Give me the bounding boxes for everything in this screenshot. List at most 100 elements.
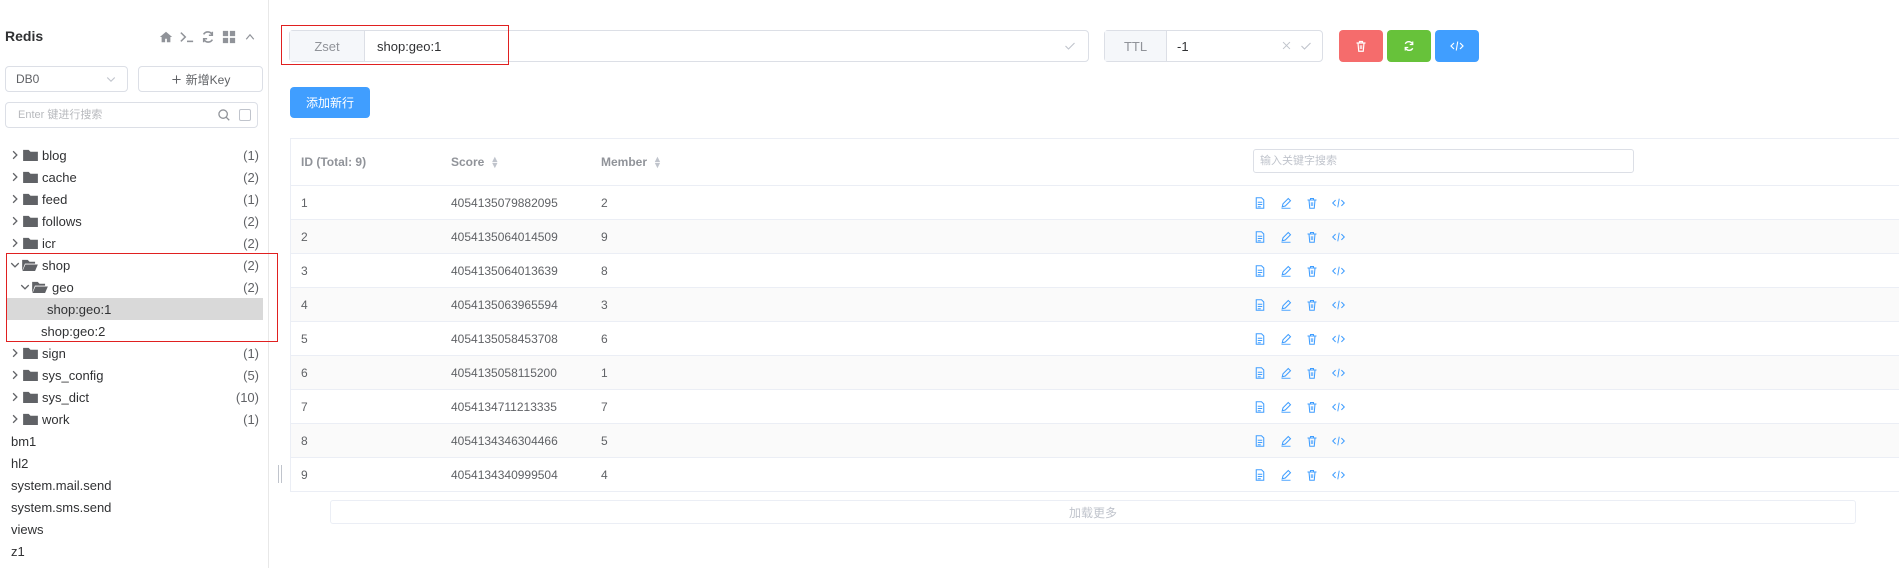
tree-key-views[interactable]: views: [0, 518, 263, 540]
tree-node-shop[interactable]: shop (2): [0, 254, 263, 276]
sort-icon[interactable]: ▲ ▼: [653, 155, 662, 170]
folder-icon: [22, 413, 38, 425]
chevron-right-icon[interactable]: [8, 414, 22, 424]
code-icon[interactable]: [1331, 366, 1345, 380]
tree-key-z1[interactable]: z1: [0, 540, 263, 562]
code-icon[interactable]: [1331, 298, 1345, 312]
tree-node-work[interactable]: work (1): [0, 408, 263, 430]
table-row: 9 4054134340999504 4: [291, 458, 1899, 492]
chevron-right-icon[interactable]: [8, 348, 22, 358]
edit-icon[interactable]: [1279, 298, 1293, 312]
tree-node-blog[interactable]: blog (1): [0, 144, 263, 166]
check-icon[interactable]: [1064, 40, 1076, 52]
tree-node-cache[interactable]: cache (2): [0, 166, 263, 188]
delete-icon[interactable]: [1305, 230, 1319, 244]
view-icon[interactable]: [1253, 366, 1267, 380]
view-icon[interactable]: [1253, 264, 1267, 278]
new-key-button[interactable]: 新增Key: [138, 66, 263, 92]
delete-icon[interactable]: [1305, 366, 1319, 380]
delete-icon[interactable]: [1305, 264, 1319, 278]
add-row-button[interactable]: 添加新行: [290, 87, 370, 118]
home-icon[interactable]: [158, 29, 174, 45]
tree-node-icr[interactable]: icr (2): [0, 232, 263, 254]
load-more-button[interactable]: 加载更多: [330, 500, 1856, 524]
tree-node-sys-config[interactable]: sys_config (5): [0, 364, 263, 386]
chevron-right-icon[interactable]: [8, 172, 22, 182]
chevron-right-icon[interactable]: [8, 150, 22, 160]
view-icon[interactable]: [1253, 196, 1267, 210]
cell-score: 4054135064014509: [451, 229, 558, 244]
resize-splitter[interactable]: [278, 465, 282, 483]
tree-key-system-mail-send[interactable]: system.mail.send: [0, 474, 263, 496]
edit-icon[interactable]: [1279, 434, 1293, 448]
chevron-right-icon[interactable]: [8, 392, 22, 402]
view-icon[interactable]: [1253, 468, 1267, 482]
delete-icon[interactable]: [1305, 298, 1319, 312]
delete-key-button[interactable]: [1339, 30, 1383, 62]
code-icon[interactable]: [1331, 468, 1345, 482]
tree-key-shop-geo-2[interactable]: shop:geo:2: [0, 320, 263, 342]
edit-icon[interactable]: [1279, 230, 1293, 244]
code-icon[interactable]: [1331, 230, 1345, 244]
tree-node-geo[interactable]: geo (2): [0, 276, 263, 298]
edit-icon[interactable]: [1279, 196, 1293, 210]
key-search-input[interactable]: [16, 108, 217, 122]
tree-key-hl2[interactable]: hl2: [0, 452, 263, 474]
dump-command-button[interactable]: [1435, 30, 1479, 62]
chevron-right-icon[interactable]: [8, 194, 22, 204]
code-icon[interactable]: [1331, 400, 1345, 414]
ttl-input[interactable]: -1: [1167, 31, 1322, 61]
refresh-icon[interactable]: [200, 29, 216, 45]
edit-icon[interactable]: [1279, 400, 1293, 414]
edit-icon[interactable]: [1279, 468, 1293, 482]
check-icon[interactable]: [1300, 40, 1312, 52]
db-select[interactable]: DB0: [5, 66, 128, 92]
code-icon[interactable]: [1331, 264, 1345, 278]
sort-icon[interactable]: ▲ ▼: [490, 155, 499, 170]
chevron-right-icon[interactable]: [8, 216, 22, 226]
delete-icon[interactable]: [1305, 434, 1319, 448]
tree-key-bm1[interactable]: bm1: [0, 430, 263, 452]
chevron-right-icon[interactable]: [8, 238, 22, 248]
row-filter-input[interactable]: [1253, 149, 1634, 173]
chevron-right-icon[interactable]: [8, 370, 22, 380]
chevron-down-icon[interactable]: [8, 260, 22, 270]
exact-match-checkbox[interactable]: [239, 109, 251, 121]
tree-node-label: cache: [42, 169, 77, 185]
delete-icon[interactable]: [1305, 400, 1319, 414]
view-icon[interactable]: [1253, 400, 1267, 414]
view-icon[interactable]: [1253, 230, 1267, 244]
chevron-down-icon[interactable]: [18, 282, 32, 292]
search-icon[interactable]: [217, 108, 231, 122]
grid-icon[interactable]: [221, 29, 237, 45]
code-icon[interactable]: [1331, 196, 1345, 210]
edit-icon[interactable]: [1279, 332, 1293, 346]
delete-icon[interactable]: [1305, 468, 1319, 482]
delete-icon[interactable]: [1305, 196, 1319, 210]
view-icon[interactable]: [1253, 298, 1267, 312]
key-name-input[interactable]: shop:geo:1: [365, 31, 1088, 61]
edit-icon[interactable]: [1279, 366, 1293, 380]
code-icon[interactable]: [1331, 332, 1345, 346]
refresh-key-button[interactable]: [1387, 30, 1431, 62]
delete-icon[interactable]: [1305, 332, 1319, 346]
tree-key-shop-geo-1[interactable]: shop:geo:1: [6, 298, 263, 320]
tree-node-sys-dict[interactable]: sys_dict (10): [0, 386, 263, 408]
tree-key-system-sms-send[interactable]: system.sms.send: [0, 496, 263, 518]
terminal-icon[interactable]: [179, 29, 195, 45]
clear-icon[interactable]: [1281, 40, 1292, 52]
tree-node-follows[interactable]: follows (2): [0, 210, 263, 232]
column-header-score[interactable]: Score ▲ ▼: [451, 155, 499, 170]
cell-member: 5: [601, 433, 608, 448]
cell-member: 6: [601, 331, 608, 346]
column-header-member-label: Member: [601, 155, 648, 169]
code-icon[interactable]: [1331, 434, 1345, 448]
collapse-icon[interactable]: [242, 29, 258, 45]
cell-score: 4054135063965594: [451, 297, 558, 312]
view-icon[interactable]: [1253, 434, 1267, 448]
tree-node-feed[interactable]: feed (1): [0, 188, 263, 210]
view-icon[interactable]: [1253, 332, 1267, 346]
column-header-member[interactable]: Member ▲ ▼: [601, 155, 662, 170]
edit-icon[interactable]: [1279, 264, 1293, 278]
tree-node-sign[interactable]: sign (1): [0, 342, 263, 364]
